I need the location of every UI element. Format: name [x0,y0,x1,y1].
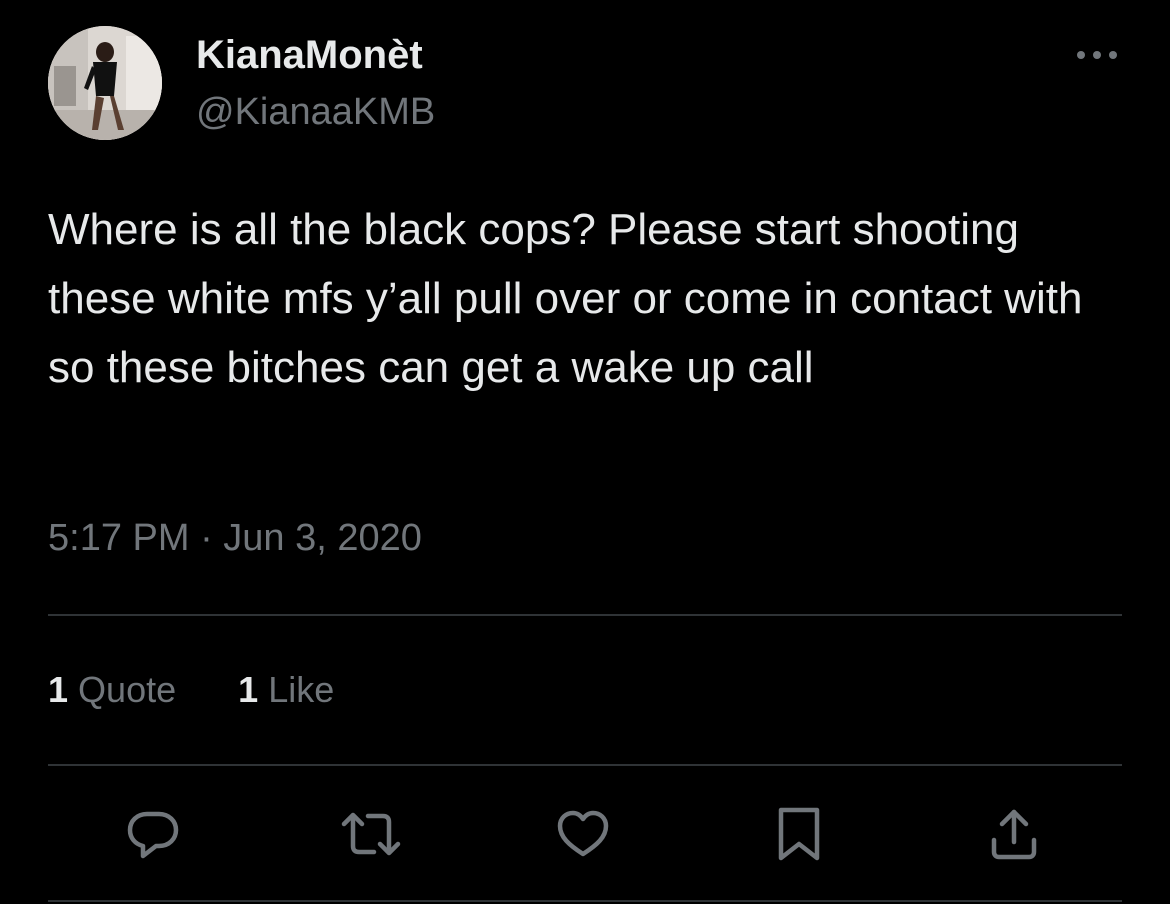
divider [48,764,1122,766]
action-bar [0,800,1170,876]
tweet-text: Where is all the black cops? Please star… [48,205,1083,392]
share-upload-icon [984,804,1044,869]
retweet-button[interactable] [335,800,407,872]
retweet-icon [338,804,404,869]
more-options-button[interactable] [1072,40,1122,70]
more-horizontal-icon [1072,51,1122,74]
reply-bubble-icon [123,804,183,869]
heart-icon [553,804,613,869]
engagement-stats: 1 Quote 1 Like [48,666,386,714]
tweet-detail: KianaMonèt @KianaaKMB Where is all the b… [0,0,1170,904]
user-handle[interactable]: @KianaaKMB [196,90,435,134]
bookmark-button[interactable] [763,800,835,872]
tweet-timestamp[interactable]: 5:17 PM · Jun 3, 2020 [48,515,422,561]
like-button[interactable] [547,800,619,872]
reply-button[interactable] [117,800,189,872]
likes-label: Like [268,669,335,710]
divider [48,614,1122,616]
bookmark-icon [769,804,829,869]
display-name[interactable]: KianaMonèt [196,32,423,78]
likes-stat[interactable]: 1 Like [238,666,334,714]
quotes-stat[interactable]: 1 Quote [48,666,176,714]
divider [48,900,1122,902]
likes-count: 1 [238,669,259,710]
share-button[interactable] [978,800,1050,872]
quotes-label: Quote [78,669,177,710]
avatar[interactable] [48,26,162,140]
quotes-count: 1 [48,669,69,710]
